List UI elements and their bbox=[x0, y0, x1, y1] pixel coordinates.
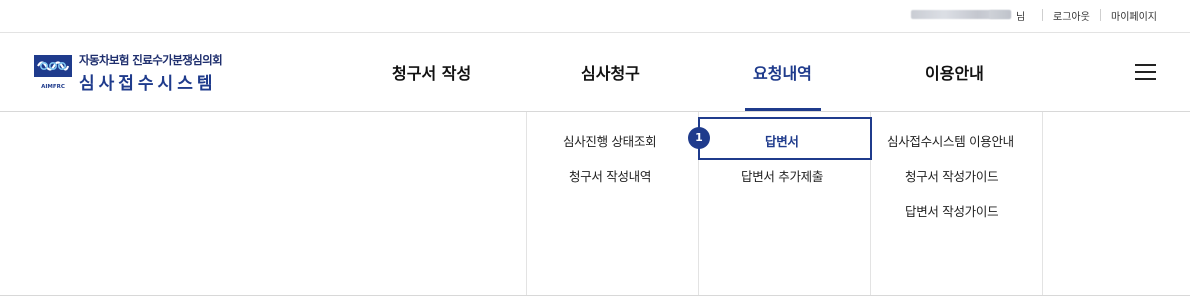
org-name: 자동차보험 진료수가분쟁심의회 bbox=[79, 53, 223, 67]
submenu-claim-guide[interactable]: 청구서 작성가이드 bbox=[905, 166, 999, 185]
logout-link[interactable]: 로그아웃 bbox=[1053, 8, 1090, 23]
submenu-answer[interactable]: 답변서 bbox=[765, 131, 799, 150]
divider bbox=[0, 111, 1190, 112]
step-number-badge: 1 bbox=[688, 127, 710, 149]
divider bbox=[0, 32, 1190, 33]
submenu-claim-history[interactable]: 청구서 작성내역 bbox=[569, 166, 651, 185]
site-logo[interactable]: AIMFRC 자동차보험 진료수가분쟁심의회 심사접수시스템 bbox=[34, 52, 223, 94]
hamburger-icon[interactable] bbox=[1135, 64, 1156, 80]
divider bbox=[1100, 9, 1101, 21]
user-name-redacted-2 bbox=[989, 10, 1011, 19]
divider bbox=[1042, 9, 1043, 21]
submenu-system-guide[interactable]: 심사접수시스템 이용안내 bbox=[887, 131, 1014, 150]
gnb-guide[interactable]: 이용안내 bbox=[925, 60, 984, 84]
gnb-review-request[interactable]: 심사청구 bbox=[581, 60, 640, 84]
utility-bar: 님 로그아웃 마이페이지 bbox=[0, 0, 1190, 32]
user-honorific: 님 bbox=[1016, 12, 1026, 23]
submenu-answer-additional[interactable]: 답변서 추가제출 bbox=[741, 166, 823, 185]
submenu-progress-status[interactable]: 심사진행 상태조회 bbox=[563, 131, 657, 150]
logo-emblem-icon: AIMFRC bbox=[34, 55, 72, 91]
mypage-link[interactable]: 마이페이지 bbox=[1111, 8, 1157, 23]
system-name: 심사접수시스템 bbox=[79, 74, 217, 94]
column-divider bbox=[1042, 112, 1043, 296]
gnb-claim-write[interactable]: 청구서 작성 bbox=[392, 60, 471, 84]
gnb-request-history[interactable]: 요청내역 bbox=[753, 60, 812, 84]
column-divider bbox=[526, 112, 527, 296]
submenu-answer-guide[interactable]: 답변서 작성가이드 bbox=[905, 201, 999, 220]
logo-caption: AIMFRC bbox=[41, 84, 65, 90]
